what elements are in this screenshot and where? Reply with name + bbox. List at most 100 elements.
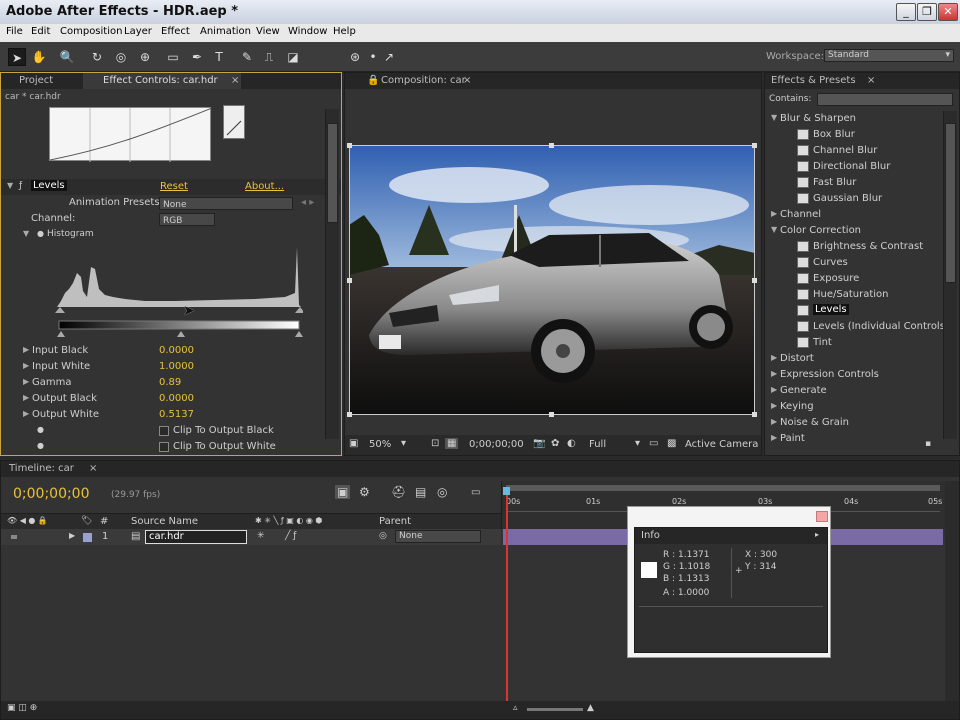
effect-controls-scrollbar[interactable] xyxy=(325,109,339,439)
index-column-header[interactable]: # xyxy=(100,516,108,527)
transform-handle[interactable] xyxy=(549,143,554,148)
transform-handle[interactable] xyxy=(347,143,352,148)
info-title[interactable]: Info xyxy=(641,530,660,541)
effect-item[interactable]: Levels (Individual Controls) xyxy=(765,319,943,335)
hand-tool-icon[interactable]: ✋ xyxy=(30,48,48,66)
input-white-row[interactable]: ▶ Input White 1.0000 xyxy=(1,359,341,375)
clone-stamp-tool-icon[interactable]: ⎍ xyxy=(260,48,278,66)
channel-dropdown[interactable]: RGB xyxy=(159,213,215,226)
output-white-row[interactable]: ▶ Output White 0.5137 xyxy=(1,407,341,423)
pickwhip-icon[interactable]: ◎ xyxy=(379,531,387,541)
expand-triangle-icon[interactable]: ▶ xyxy=(23,361,29,370)
shy-layers-icon[interactable]: ⛑ xyxy=(391,485,406,499)
switches-icon[interactable]: ✱ ✳ ╲ ƒ ▣ ◐ ◉ ⬢ xyxy=(255,516,322,525)
stopwatch-icon[interactable]: ● xyxy=(37,425,44,434)
input-black-row[interactable]: ▶ Input Black 0.0000 xyxy=(1,343,341,359)
effect-item[interactable]: Channel Blur xyxy=(765,143,941,159)
effect-item[interactable]: Exposure xyxy=(765,271,941,287)
effect-item[interactable]: Levels xyxy=(765,303,941,319)
reset-link[interactable]: Reset xyxy=(160,181,188,192)
transparency-grid-icon[interactable]: ▩ xyxy=(667,438,676,449)
eraser-tool-icon[interactable]: ◪ xyxy=(284,48,302,66)
resolution-value[interactable]: Full xyxy=(589,439,606,450)
active-camera-value[interactable]: Active Camera xyxy=(685,439,758,450)
gamma-value[interactable]: 0.89 xyxy=(159,377,181,388)
scrollbar-thumb[interactable] xyxy=(945,123,956,283)
new-folder-icon[interactable]: ▪ xyxy=(925,439,931,449)
label-color-swatch[interactable] xyxy=(83,533,92,542)
effect-category[interactable]: ▶ Keying xyxy=(765,399,941,415)
rectangle-mask-tool-icon[interactable]: ▭ xyxy=(164,48,182,66)
layer-name[interactable]: car.hdr xyxy=(149,531,184,542)
expand-triangle-icon[interactable]: ▼ xyxy=(771,113,777,122)
panel-menu-icon[interactable]: ▸ xyxy=(815,530,819,539)
expand-triangle-icon[interactable]: ▼ xyxy=(7,181,13,190)
transform-handle[interactable] xyxy=(549,412,554,417)
tab-effect-controls[interactable]: Effect Controls: car.hdr xyxy=(103,75,218,86)
effect-category[interactable]: ▶ Generate xyxy=(765,383,941,399)
stopwatch-icon[interactable]: ● xyxy=(37,229,44,238)
timeline-zoom-slider[interactable] xyxy=(527,708,583,711)
expand-triangle-icon[interactable]: ▼ xyxy=(23,229,29,238)
menu-effect[interactable]: Effect xyxy=(161,26,190,37)
snapshot-icon[interactable]: 📷 xyxy=(533,438,545,449)
expand-triangle-icon[interactable]: ▶ xyxy=(23,377,29,386)
tab-project[interactable]: Project xyxy=(19,75,53,86)
histogram[interactable] xyxy=(55,243,305,339)
rotate-tool-icon[interactable]: ↻ xyxy=(88,48,106,66)
close-tab-icon[interactable]: × xyxy=(231,75,239,86)
about-link[interactable]: About... xyxy=(245,181,284,192)
close-tab-icon[interactable]: × xyxy=(463,75,471,86)
zoom-tool-icon[interactable]: 🔍 xyxy=(58,48,76,66)
expand-triangle-icon[interactable]: ▶ xyxy=(771,369,777,378)
expand-triangle-icon[interactable]: ▶ xyxy=(771,209,777,218)
motion-blur-icon[interactable]: ◎ xyxy=(437,485,447,499)
parent-column-header[interactable]: Parent xyxy=(379,516,411,527)
show-channel-icon[interactable]: ✿ xyxy=(551,438,559,449)
lock-icon[interactable]: 🔒 xyxy=(367,75,379,86)
effect-item[interactable]: Fast Blur xyxy=(765,175,941,191)
preset-nav-icon[interactable]: ◂ ▸ xyxy=(301,197,314,208)
info-floating-window[interactable]: Info ▸ R : 1.1371 G : 1.1018 B : 1.1313 … xyxy=(627,506,831,658)
close-tab-icon[interactable]: × xyxy=(89,463,97,474)
expand-triangle-icon[interactable]: ▶ xyxy=(23,409,29,418)
region-icon[interactable]: ⊡ xyxy=(431,438,439,449)
effect-item[interactable]: Tint xyxy=(765,335,941,351)
source-name-column-header[interactable]: Source Name xyxy=(131,516,198,527)
tab-composition[interactable]: Composition: car xyxy=(381,75,466,86)
selection-tool-icon[interactable]: ➤ xyxy=(8,48,26,66)
menu-edit[interactable]: Edit xyxy=(31,26,50,37)
av-features-icon[interactable]: 👁 ◀ ● 🔒 xyxy=(7,516,48,525)
transform-handle[interactable] xyxy=(752,278,757,283)
gamma-row[interactable]: ▶ Gamma 0.89 xyxy=(1,375,341,391)
menu-layer[interactable]: Layer xyxy=(124,26,152,37)
always-preview-icon[interactable]: ▣ xyxy=(349,438,358,449)
effect-category[interactable]: ▼ Color Correction xyxy=(765,223,941,239)
graph-editor-icon[interactable]: ▭ xyxy=(471,487,480,498)
menu-view[interactable]: View xyxy=(256,26,280,37)
animation-presets-dropdown[interactable]: None xyxy=(159,197,293,210)
frame-blending-icon[interactable]: ▤ xyxy=(415,485,426,499)
brush-tool-icon[interactable]: ✎ xyxy=(238,48,256,66)
chevron-down-icon[interactable]: ▾ xyxy=(635,438,640,449)
playhead-handle[interactable] xyxy=(503,487,510,495)
transform-handle[interactable] xyxy=(347,278,352,283)
menu-window[interactable]: Window xyxy=(288,26,327,37)
expand-triangle-icon[interactable]: ▶ xyxy=(23,345,29,354)
output-black-row[interactable]: ▶ Output Black 0.0000 xyxy=(1,391,341,407)
world-axis-icon[interactable]: ↗ xyxy=(380,48,398,66)
fx-toggle-icon[interactable]: ƒ xyxy=(19,181,22,191)
effect-item[interactable]: Curves xyxy=(765,255,941,271)
minimize-button[interactable]: _ xyxy=(896,3,916,21)
input-black-value[interactable]: 0.0000 xyxy=(159,345,194,356)
close-button[interactable]: ✕ xyxy=(938,3,958,21)
contains-search-input[interactable] xyxy=(817,93,953,106)
transform-handle[interactable] xyxy=(752,412,757,417)
input-white-value[interactable]: 1.0000 xyxy=(159,361,194,372)
menu-animation[interactable]: Animation xyxy=(200,26,251,37)
pan-behind-tool-icon[interactable]: ⊕ xyxy=(136,48,154,66)
tab-timeline[interactable]: Timeline: car xyxy=(9,463,74,474)
expand-triangle-icon[interactable]: ▶ xyxy=(69,531,75,540)
expand-triangle-icon[interactable]: ▼ xyxy=(771,225,777,234)
effect-category[interactable]: ▼ Blur & Sharpen xyxy=(765,111,941,127)
